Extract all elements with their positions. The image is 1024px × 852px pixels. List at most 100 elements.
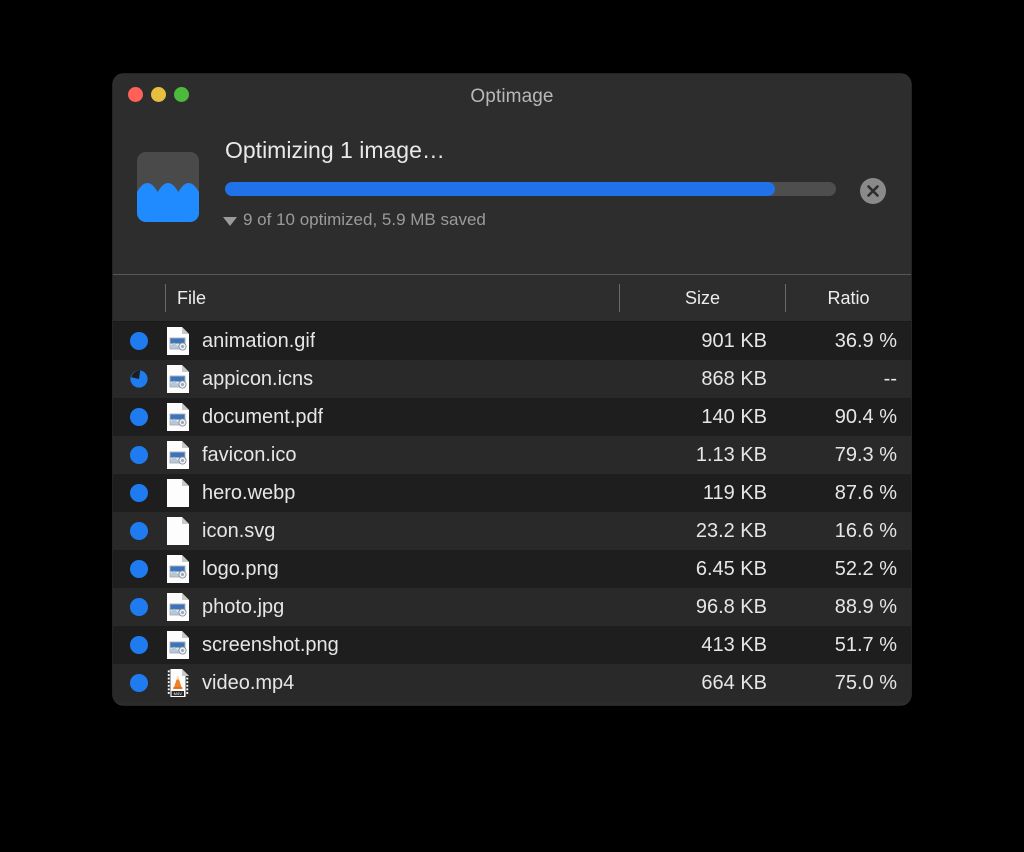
image-file-icon [165,554,191,584]
cell-file: logo.png [165,554,619,584]
cell-ratio: -- [785,368,911,391]
image-file-icon [165,326,191,356]
status-indicator-done-icon [130,522,148,540]
cell-size: 901 KB [619,330,785,353]
cell-size: 1.13 KB [619,444,785,467]
cell-ratio: 16.6 % [785,520,911,543]
image-file-icon [165,592,191,622]
image-file-icon [165,440,191,470]
status-indicator-done-icon [130,484,148,502]
cell-status[interactable] [113,484,165,502]
cell-file: appicon.icns [165,364,619,394]
blank-file-icon [165,478,191,508]
file-name-label: logo.png [202,558,279,581]
blank-file-icon [165,516,191,546]
cell-ratio: 87.6 % [785,482,911,505]
table-row[interactable]: screenshot.png 413 KB51.7 % [113,626,911,664]
file-name-label: document.pdf [202,406,323,429]
file-table-body: animation.gif 901 KB36.9 % appicon.icns 868… [113,322,911,702]
table-row[interactable]: appicon.icns 868 KB-- [113,360,911,398]
close-x-icon [860,178,886,204]
cell-ratio: 90.4 % [785,406,911,429]
progress-substatus-row: 9 of 10 optimized, 5.9 MB saved [223,210,486,230]
cell-file: screenshot.png [165,630,619,660]
cell-size: 23.2 KB [619,520,785,543]
cell-status[interactable] [113,370,165,388]
cell-status[interactable] [113,674,165,692]
cell-file: photo.jpg [165,592,619,622]
cell-size: 140 KB [619,406,785,429]
svg-text:M4V: M4V [174,691,183,696]
file-name-label: screenshot.png [202,634,339,657]
progress-substatus-text: 9 of 10 optimized, 5.9 MB saved [243,210,486,230]
cell-size: 96.8 KB [619,596,785,619]
file-name-label: hero.webp [202,482,295,505]
table-row[interactable]: favicon.ico 1.13 KB79.3 % [113,436,911,474]
cell-status[interactable] [113,560,165,578]
table-header: File Size Ratio [113,275,911,322]
file-name-label: icon.svg [202,520,275,543]
table-row[interactable]: M4V video.mp4 664 KB75.0 % [113,664,911,702]
image-file-icon [165,630,191,660]
column-header-ratio[interactable]: Ratio [785,284,911,312]
cell-status[interactable] [113,408,165,426]
cell-ratio: 88.9 % [785,596,911,619]
status-indicator-done-icon [130,446,148,464]
image-file-icon [165,364,191,394]
cell-status[interactable] [113,598,165,616]
window-titlebar: Optimage [113,74,911,126]
optimage-window: Optimage Optimizing 1 image… [113,74,911,705]
progress-bar [225,182,836,196]
status-indicator-done-icon [130,408,148,426]
cell-status[interactable] [113,332,165,350]
cell-file: hero.webp [165,478,619,508]
cell-ratio: 51.7 % [785,634,911,657]
cancel-button[interactable] [860,178,886,204]
cell-file: animation.gif [165,326,619,356]
screen-root: Optimage Optimizing 1 image… [0,0,1024,852]
status-indicator-done-icon [130,636,148,654]
cell-ratio: 52.2 % [785,558,911,581]
cell-status[interactable] [113,522,165,540]
cell-size: 6.45 KB [619,558,785,581]
status-indicator-done-icon [130,332,148,350]
table-row[interactable]: photo.jpg 96.8 KB88.9 % [113,588,911,626]
disclosure-triangle-down-icon[interactable] [223,217,237,226]
video-file-icon: M4V [165,668,191,698]
progress-headline: Optimizing 1 image… [225,137,445,164]
file-name-label: favicon.ico [202,444,297,467]
table-row[interactable]: logo.png 6.45 KB52.2 % [113,550,911,588]
file-name-label: appicon.icns [202,368,313,391]
cell-file: favicon.ico [165,440,619,470]
column-header-file[interactable]: File [165,284,619,312]
progress-panel: Optimizing 1 image… 9 of 10 optimized, 5… [113,126,911,274]
status-indicator-in-progress-icon [130,370,148,388]
file-name-label: photo.jpg [202,596,284,619]
cell-ratio: 79.3 % [785,444,911,467]
image-file-icon [165,402,191,432]
status-indicator-done-icon [130,560,148,578]
file-name-label: animation.gif [202,330,315,353]
cell-ratio: 36.9 % [785,330,911,353]
cell-size: 868 KB [619,368,785,391]
table-row[interactable]: icon.svg 23.2 KB16.6 % [113,512,911,550]
cell-size: 119 KB [619,482,785,505]
window-title: Optimage [113,86,911,108]
progress-bar-fill [225,182,775,196]
column-header-size[interactable]: Size [619,284,785,312]
cell-file: document.pdf [165,402,619,432]
cell-file: icon.svg [165,516,619,546]
cell-ratio: 75.0 % [785,672,911,695]
cell-size: 664 KB [619,672,785,695]
table-row[interactable]: animation.gif 901 KB36.9 % [113,322,911,360]
table-row[interactable]: hero.webp 119 KB87.6 % [113,474,911,512]
status-indicator-done-icon [130,598,148,616]
optimage-droplet-icon [137,152,199,222]
cell-file: M4V video.mp4 [165,668,619,698]
cell-size: 413 KB [619,634,785,657]
cell-status[interactable] [113,636,165,654]
cell-status[interactable] [113,446,165,464]
table-row[interactable]: document.pdf 140 KB90.4 % [113,398,911,436]
file-name-label: video.mp4 [202,672,294,695]
status-indicator-done-icon [130,674,148,692]
